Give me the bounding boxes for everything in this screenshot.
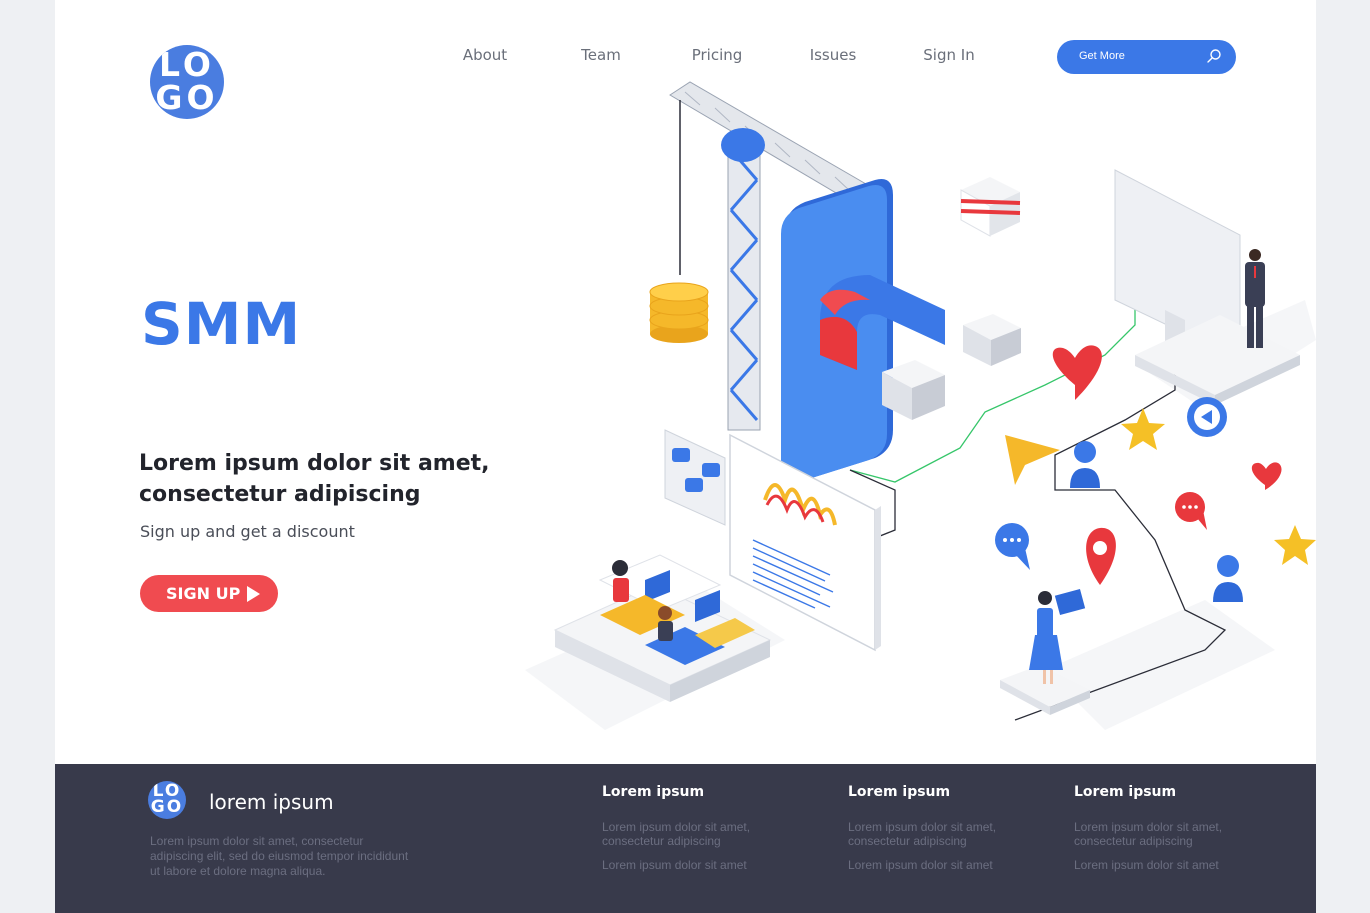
nav-about[interactable]: About bbox=[427, 46, 543, 64]
footer-column-title: Lorem ipsum bbox=[848, 784, 951, 800]
footer-logo[interactable]: LO GO bbox=[148, 781, 186, 819]
sign-up-button[interactable]: SIGN UP bbox=[140, 575, 278, 612]
stacked-block bbox=[960, 177, 1021, 237]
star-icon bbox=[1121, 408, 1165, 450]
footer-column-title: Lorem ipsum bbox=[1074, 784, 1177, 800]
user-icon-right bbox=[1213, 555, 1243, 602]
landing-page: LO GO About Team Pricing Issues Sign In … bbox=[55, 0, 1316, 913]
footer-logo-text-bottom: GO bbox=[150, 797, 184, 817]
footer-column-3: Lorem ipsum Lorem ipsum dolor sit amet, … bbox=[1074, 784, 1264, 882]
footer-column-2: Lorem ipsum Lorem ipsum dolor sit amet, … bbox=[848, 784, 1038, 882]
footer-link[interactable]: Lorem ipsum dolor sit amet bbox=[1074, 858, 1244, 872]
footer-column-title: Lorem ipsum bbox=[602, 784, 705, 800]
main-nav: About Team Pricing Issues Sign In bbox=[427, 46, 1007, 64]
sign-up-label: SIGN UP bbox=[166, 584, 241, 603]
logo-text-bottom: GO bbox=[155, 78, 219, 117]
cursor-arrow-icon bbox=[1005, 435, 1060, 485]
chat-bubble-icon bbox=[995, 523, 1030, 570]
nav-issues[interactable]: Issues bbox=[775, 46, 891, 64]
heart-icon-large bbox=[1052, 345, 1102, 400]
footer-column-1: Lorem ipsum Lorem ipsum dolor sit amet, … bbox=[602, 784, 792, 882]
footer: LO GO lorem ipsum Lorem ipsum dolor sit … bbox=[55, 764, 1316, 913]
footer-link[interactable]: Lorem ipsum dolor sit amet bbox=[602, 858, 772, 872]
monitor bbox=[1114, 169, 1300, 405]
footer-link[interactable]: Lorem ipsum dolor sit amet, consectetur … bbox=[1074, 820, 1244, 848]
star-icon-right bbox=[1274, 525, 1316, 565]
search-icon[interactable] bbox=[1206, 48, 1222, 64]
logo[interactable]: LO GO bbox=[150, 45, 224, 119]
woman-with-tablet bbox=[1000, 588, 1090, 715]
nav-pricing[interactable]: Pricing bbox=[659, 46, 775, 64]
footer-link[interactable]: Lorem ipsum dolor sit amet, consectetur … bbox=[848, 820, 1018, 848]
footer-link[interactable]: Lorem ipsum dolor sit amet, consectetur … bbox=[602, 820, 772, 848]
chat-bubble-red-icon bbox=[1175, 492, 1207, 530]
hero-subtitle: Sign up and get a discount bbox=[140, 522, 355, 541]
logo-text-top: LO bbox=[159, 45, 215, 84]
nav-sign-in[interactable]: Sign In bbox=[891, 46, 1007, 64]
coin-stack bbox=[649, 282, 709, 343]
smm-illustration bbox=[525, 81, 1316, 730]
hero-title: SMM bbox=[141, 290, 302, 358]
heart-icon-small bbox=[1251, 462, 1282, 490]
footer-link[interactable]: Lorem ipsum dolor sit amet bbox=[848, 858, 1018, 872]
search-label: Get More bbox=[1079, 50, 1125, 62]
nav-team[interactable]: Team bbox=[543, 46, 659, 64]
play-arrow-icon bbox=[247, 586, 260, 602]
user-icon bbox=[1070, 441, 1100, 488]
hero-headline: Lorem ipsum dolor sit amet, consectetur … bbox=[139, 451, 490, 507]
search-bar[interactable]: Get More bbox=[1057, 40, 1236, 74]
map-pin-icon bbox=[1086, 527, 1116, 585]
footer-description: Lorem ipsum dolor sit amet, consectetur … bbox=[150, 834, 409, 878]
play-circle-icon bbox=[1187, 397, 1227, 437]
notification-card bbox=[664, 429, 726, 526]
footer-brand: lorem ipsum bbox=[209, 790, 334, 814]
